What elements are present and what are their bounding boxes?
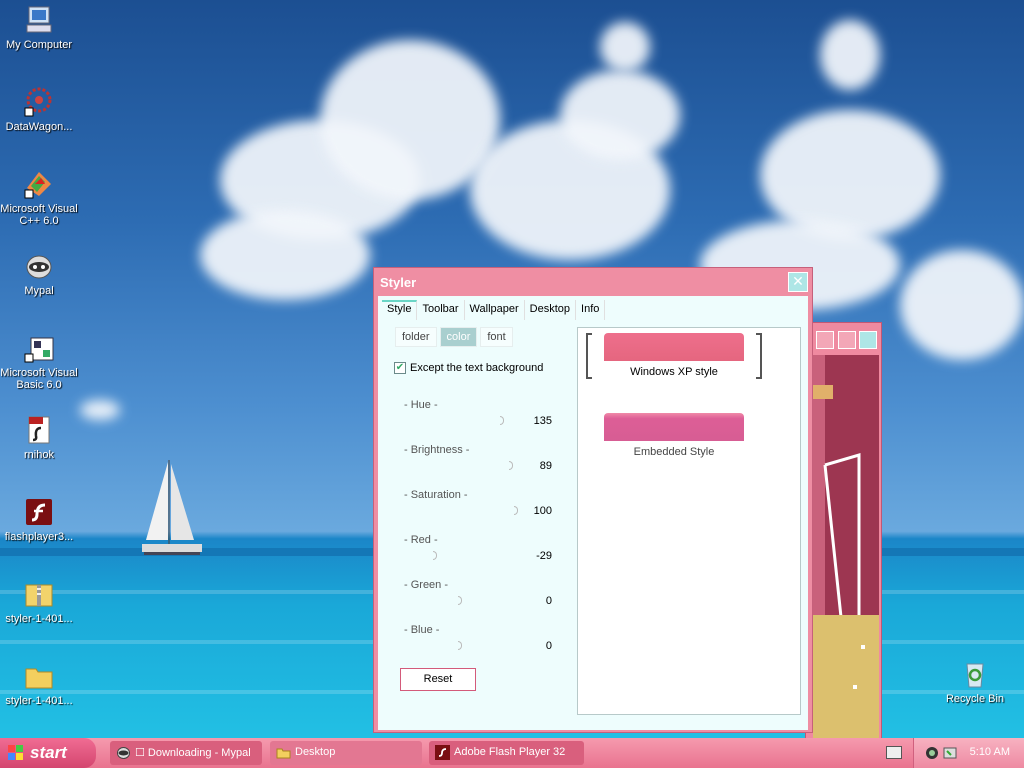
desktop-icon-mypal[interactable]: Mypal	[0, 250, 78, 297]
close-icon: ✕	[792, 273, 804, 289]
style-list: Windows XP style Embedded Style	[577, 327, 801, 715]
system-tray: 5:10 AM	[913, 738, 1024, 768]
green-label: - Green -	[404, 579, 449, 591]
tab-toolbar[interactable]: Toolbar	[417, 300, 465, 320]
flash-player-icon	[435, 745, 450, 760]
blue-label: - Blue -	[404, 624, 440, 636]
brightness-label: - Brightness -	[404, 444, 470, 456]
network-icon[interactable]	[924, 745, 940, 761]
desktop-icon-visual-cpp[interactable]: Microsoft Visual C++ 6.0	[0, 168, 78, 227]
desktop-icon-flashplayer[interactable]: flashplayer3...	[0, 496, 78, 543]
swf-file-icon	[23, 414, 55, 446]
saturation-value: 100	[533, 505, 552, 517]
volume-icon[interactable]	[942, 745, 958, 761]
style-label-embedded: Embedded Style	[633, 446, 715, 458]
style-item-embedded[interactable]	[604, 413, 744, 441]
start-button[interactable]: start	[0, 738, 96, 768]
styler-body: Style Toolbar Wallpaper Desktop Info fol…	[378, 296, 808, 730]
saturation-label: - Saturation -	[404, 489, 468, 501]
cloud	[600, 22, 650, 72]
tab-desktop[interactable]: Desktop	[525, 300, 577, 320]
window-title[interactable]: Styler	[374, 268, 812, 296]
datawagon-icon	[23, 86, 55, 118]
desktop-icon-rnihok[interactable]: rnihok	[0, 414, 78, 461]
visual-basic-icon	[23, 332, 55, 364]
cloud	[80, 400, 120, 420]
checkbox-label: Except the text background	[410, 362, 544, 374]
start-label: start	[30, 743, 67, 762]
task-button-mypal[interactable]: ☐ Downloading - Mypal	[110, 741, 262, 765]
desktop-icon-my-computer[interactable]: My Computer	[0, 4, 78, 51]
subtab-bar: folder color font	[395, 327, 516, 347]
close-button[interactable]	[859, 331, 877, 349]
desktop-icon-styler-folder[interactable]: styler-1-401...	[0, 660, 78, 707]
maximize-button[interactable]	[838, 331, 856, 349]
clock[interactable]: 5:10 AM	[970, 746, 1010, 758]
cloud	[820, 20, 880, 90]
desktop-icon-datawagon[interactable]: DataWagon...	[0, 86, 78, 133]
cloud	[900, 250, 1024, 360]
minimize-button[interactable]	[816, 331, 834, 349]
folder-icon	[23, 660, 55, 692]
subtab-color[interactable]: color	[439, 327, 478, 347]
taskbar: start ☐ Downloading - Mypal Desktop Adob…	[0, 738, 1024, 768]
task-label: Desktop	[295, 746, 336, 758]
red-value: -29	[536, 550, 552, 562]
red-label: - Red -	[404, 534, 438, 546]
cloud	[200, 210, 370, 300]
close-button[interactable]: ✕	[788, 272, 808, 292]
subtab-font[interactable]: font	[480, 327, 513, 347]
styler-window[interactable]: Styler ✕ Style Toolbar Wallpaper Desktop…	[373, 267, 813, 733]
desktop-icon-styler-zip[interactable]: styler-1-401...	[0, 578, 78, 625]
tab-bar: Style Toolbar Wallpaper Desktop Info	[382, 300, 606, 320]
green-value: 0	[545, 595, 552, 607]
mypal-icon	[117, 747, 130, 759]
my-computer-icon	[23, 4, 55, 36]
tab-wallpaper[interactable]: Wallpaper	[465, 300, 525, 320]
task-label: Adobe Flash Player 32	[454, 746, 566, 758]
recycle-bin-icon	[959, 658, 991, 690]
hue-label: - Hue -	[404, 399, 438, 411]
background-window[interactable]	[805, 322, 882, 740]
desktop-icon-recycle-bin[interactable]: Recycle Bin	[936, 658, 1014, 705]
task-button-desktop[interactable]: Desktop	[270, 741, 422, 765]
task-button-flash-player[interactable]: Adobe Flash Player 32	[429, 741, 584, 765]
windows-flag-icon	[8, 745, 23, 760]
hue-slider-thumb[interactable]	[500, 416, 504, 425]
red-slider-thumb[interactable]	[433, 551, 437, 560]
mypal-icon	[23, 250, 55, 282]
style-label-windows-xp: Windows XP style	[630, 366, 718, 378]
blue-value: 0	[545, 640, 552, 652]
desktop-icon-visual-basic[interactable]: Microsoft Visual Basic 6.0	[0, 332, 78, 391]
task-label: ☐ Downloading - Mypal	[135, 747, 251, 759]
sailboat-image	[142, 460, 202, 555]
zip-folder-icon	[23, 578, 55, 610]
keyboard-layout-icon[interactable]	[886, 746, 902, 759]
checkmark-icon: ✔	[394, 362, 406, 374]
green-slider-thumb[interactable]	[458, 596, 462, 605]
style-item-windows-xp[interactable]	[604, 333, 744, 361]
folder-icon	[276, 748, 291, 759]
tab-info[interactable]: Info	[576, 300, 606, 320]
blue-slider-thumb[interactable]	[458, 641, 462, 650]
brightness-value: 89	[539, 460, 552, 472]
tab-style[interactable]: Style	[382, 300, 418, 320]
game-canvas[interactable]	[813, 355, 879, 739]
subtab-folder[interactable]: folder	[395, 327, 437, 347]
visual-cpp-icon	[23, 168, 55, 200]
cloud	[560, 70, 680, 160]
flash-player-icon	[23, 496, 55, 528]
reset-button[interactable]: Reset	[400, 668, 476, 691]
hue-value: 135	[533, 415, 552, 427]
except-text-background-checkbox[interactable]: ✔ Except the text background	[394, 362, 543, 374]
